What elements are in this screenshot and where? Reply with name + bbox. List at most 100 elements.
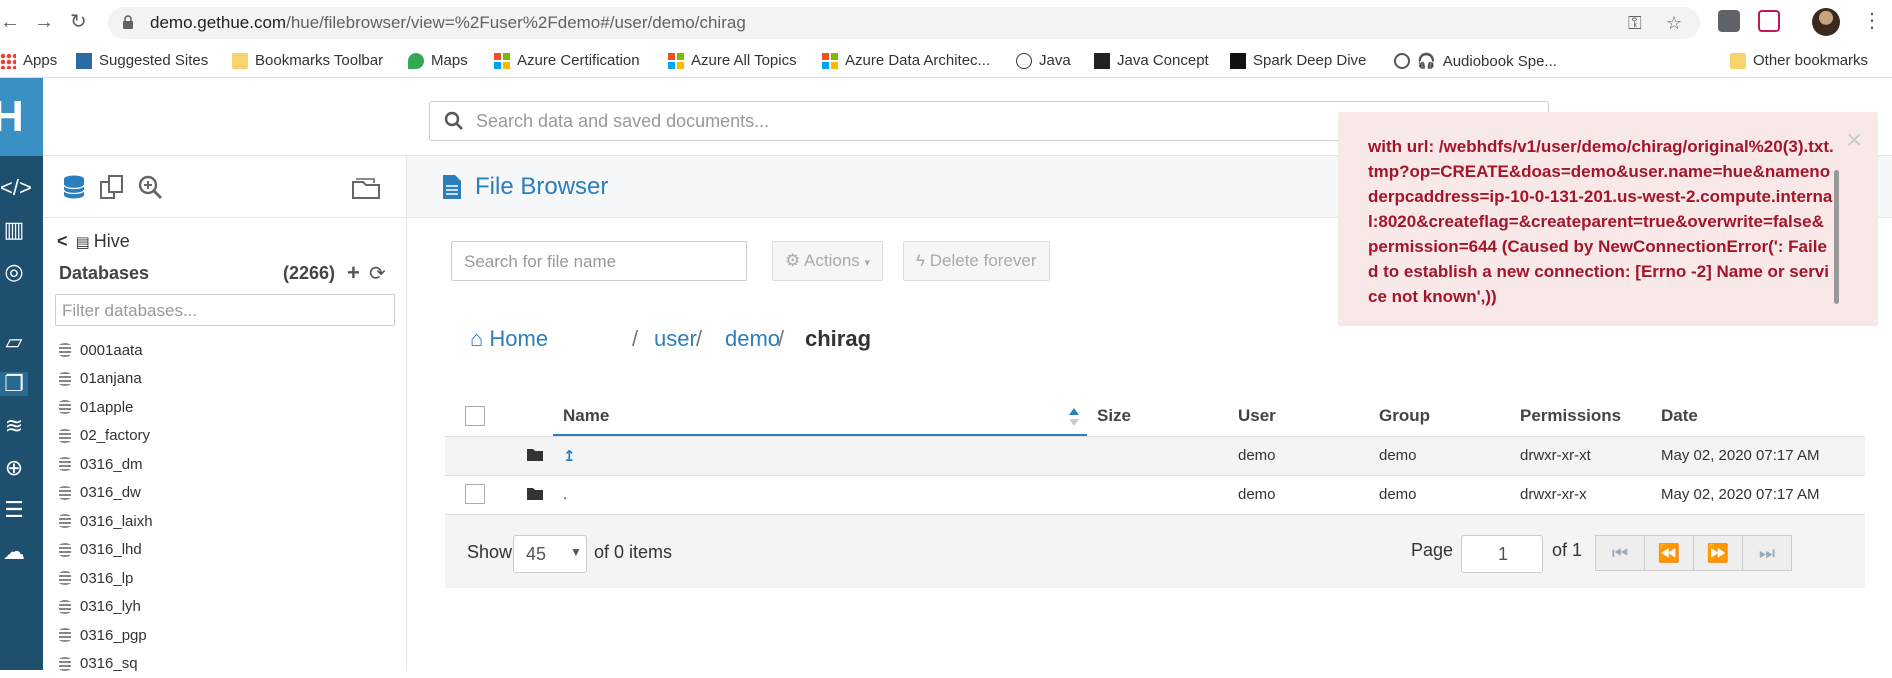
- row-name[interactable]: .: [563, 486, 567, 503]
- list-item[interactable]: 0316_lyh: [59, 593, 153, 622]
- folder-icon: [527, 448, 543, 461]
- breadcrumb-user[interactable]: user: [654, 326, 697, 352]
- breadcrumb-demo[interactable]: demo: [725, 326, 780, 352]
- table-row[interactable]: . demo demo drwxr-xr-x May 02, 2020 07:1…: [445, 475, 1865, 514]
- breadcrumb-home[interactable]: ⌂ Home: [470, 326, 548, 352]
- hue-logo[interactable]: H: [0, 78, 43, 156]
- zoom-search-icon[interactable]: [137, 174, 163, 200]
- column-size[interactable]: Size: [1097, 406, 1131, 426]
- bookmark-azure-certification[interactable]: Azure Certification: [494, 52, 640, 69]
- table-row[interactable]: ↥ demo demo drwxr-xr-xt May 02, 2020 07:…: [445, 436, 1865, 475]
- list-item[interactable]: 0001aata: [59, 336, 153, 365]
- assist-back-hive[interactable]: <▤Hive: [57, 231, 130, 252]
- page-title: File Browser: [475, 173, 608, 201]
- folder-icon: [1730, 53, 1746, 69]
- bookmark-spark-deep-dive[interactable]: Spark Deep Dive: [1230, 52, 1366, 69]
- caret-down-icon: ▾: [865, 257, 871, 269]
- list-item[interactable]: 0316_lhd: [59, 536, 153, 565]
- last-page-button[interactable]: ⏭: [1742, 535, 1792, 571]
- row-permissions: drwxr-xr-xt: [1520, 447, 1591, 464]
- column-date[interactable]: Date: [1661, 406, 1698, 426]
- folder-open-icon[interactable]: [351, 174, 381, 200]
- files-copy-icon[interactable]: [99, 174, 125, 200]
- notification-scrollbar[interactable]: [1834, 170, 1839, 304]
- key-icon[interactable]: ⚿: [1628, 13, 1642, 34]
- column-user[interactable]: User: [1238, 406, 1276, 426]
- close-icon[interactable]: ×: [1846, 124, 1862, 156]
- scheduler-icon[interactable]: ◎: [0, 260, 28, 284]
- search-zoom-icon[interactable]: ⊕: [0, 456, 28, 480]
- back-icon[interactable]: ←: [0, 10, 20, 34]
- tables-database-icon[interactable]: ≋: [0, 414, 28, 438]
- page-number-input[interactable]: 1: [1461, 535, 1543, 573]
- row-group: demo: [1379, 486, 1417, 503]
- table-header: Name Size User Group Permissions Date: [445, 396, 1865, 436]
- actions-button[interactable]: ⚙ Actions ▾: [772, 241, 883, 281]
- database-icon: [59, 343, 71, 357]
- chevron-left-icon: <: [57, 231, 68, 251]
- sort-icon[interactable]: [1069, 408, 1079, 426]
- bookmark-java-concept[interactable]: Java Concept: [1094, 52, 1209, 69]
- list-item[interactable]: 02_factory: [59, 422, 153, 451]
- column-name[interactable]: Name: [563, 406, 609, 426]
- column-permissions[interactable]: Permissions: [1520, 406, 1621, 426]
- list-item[interactable]: 01apple: [59, 393, 153, 422]
- bookmarks-bar: Apps Suggested Sites Bookmarks Toolbar M…: [0, 46, 1892, 78]
- next-page-button[interactable]: ⏩: [1693, 535, 1743, 571]
- database-icon[interactable]: [61, 174, 87, 200]
- first-page-icon: ⏮: [1612, 543, 1628, 563]
- bookmark-toolbar-folder[interactable]: Bookmarks Toolbar: [232, 52, 383, 69]
- row-permissions: drwxr-xr-x: [1520, 486, 1587, 503]
- page-size-select[interactable]: 45▼: [513, 535, 587, 573]
- reload-icon[interactable]: ↻: [70, 10, 87, 34]
- bookmark-azure-data-architect[interactable]: Azure Data Architec...: [822, 52, 990, 69]
- documents-icon[interactable]: ▱: [0, 330, 28, 354]
- extension-pocket-icon[interactable]: [1758, 10, 1780, 32]
- database-icon: [59, 400, 71, 414]
- bookmark-java[interactable]: Java: [1016, 52, 1071, 69]
- bookmark-suggested-sites[interactable]: Suggested Sites: [76, 52, 208, 69]
- address-bar[interactable]: demo.gethue.com/hue/filebrowser/view=%2F…: [108, 7, 1700, 39]
- select-all-checkbox[interactable]: [465, 406, 485, 426]
- list-item[interactable]: 0316_lp: [59, 564, 153, 593]
- items-count-label: of 0 items: [594, 542, 672, 563]
- dashboard-chart-icon[interactable]: ▥: [0, 218, 28, 242]
- first-page-button[interactable]: ⏮: [1595, 535, 1645, 571]
- forward-icon[interactable]: →: [34, 10, 54, 34]
- database-name: 0316_lp: [80, 570, 133, 587]
- extension-shield-icon[interactable]: [1718, 10, 1740, 32]
- jobs-list-icon[interactable]: ☰: [0, 498, 28, 522]
- editor-code-icon[interactable]: </>: [0, 176, 28, 200]
- list-item[interactable]: 01anjana: [59, 365, 153, 394]
- bookmark-audiobook[interactable]: 🎧Audiobook Spe...: [1394, 52, 1557, 70]
- file-browser-icon[interactable]: ❐: [0, 372, 28, 396]
- list-item[interactable]: 0316_dm: [59, 450, 153, 479]
- star-icon[interactable]: ☆: [1666, 13, 1682, 34]
- list-item[interactable]: 0316_dw: [59, 479, 153, 508]
- bookmark-apps[interactable]: Apps: [0, 52, 57, 69]
- row-name[interactable]: ↥: [563, 447, 576, 465]
- database-name: 0316_laixh: [80, 513, 153, 530]
- page-number-value: 1: [1498, 544, 1508, 565]
- column-group[interactable]: Group: [1379, 406, 1430, 426]
- bookmark-azure-all-topics[interactable]: Azure All Topics: [668, 52, 797, 69]
- filter-databases-input[interactable]: Filter databases...: [55, 294, 395, 326]
- prev-page-button[interactable]: ⏪: [1644, 535, 1694, 571]
- spark-icon: [1230, 53, 1246, 69]
- list-item[interactable]: 0316_laixh: [59, 507, 153, 536]
- refresh-icon[interactable]: ⟳: [369, 261, 386, 286]
- file-search-input[interactable]: Search for file name: [451, 241, 747, 281]
- breadcrumb-separator: /: [778, 326, 784, 352]
- url-text: demo.gethue.com/hue/filebrowser/view=%2F…: [150, 13, 746, 33]
- row-checkbox[interactable]: [465, 484, 485, 504]
- importer-cloud-icon[interactable]: ☁: [0, 540, 28, 564]
- delete-forever-button[interactable]: ϟ Delete forever: [903, 241, 1050, 281]
- row-user: demo: [1238, 447, 1276, 464]
- add-database-icon[interactable]: +: [347, 260, 360, 286]
- list-item[interactable]: 0316_sq: [59, 650, 153, 678]
- bookmark-maps[interactable]: Maps: [408, 52, 468, 69]
- profile-avatar[interactable]: [1812, 8, 1840, 36]
- bookmark-other-bookmarks[interactable]: Other bookmarks: [1730, 52, 1868, 69]
- list-item[interactable]: 0316_pgp: [59, 621, 153, 650]
- browser-menu-icon[interactable]: ⋮: [1862, 8, 1882, 33]
